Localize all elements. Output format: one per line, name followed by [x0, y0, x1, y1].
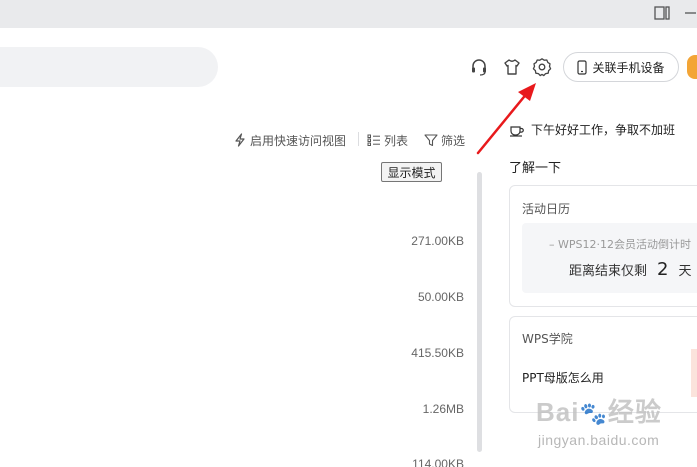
phone-icon — [577, 59, 588, 75]
filter-label: 筛选 — [441, 133, 466, 148]
quick-view-label: 启用快速访问视图 — [250, 133, 347, 148]
skin-icon[interactable] — [501, 56, 523, 78]
academy-card-title: WPS学院 — [522, 332, 573, 346]
activity-card-title: 活动日历 — [522, 202, 571, 216]
greeting-text: 下午好好工作，争取不加班 — [531, 123, 676, 137]
red-arrow-annotation — [476, 83, 536, 155]
countdown-unit: 天 — [678, 264, 692, 279]
academy-item-thumbnail — [691, 349, 697, 397]
file-list-scrollbar[interactable] — [477, 172, 482, 452]
quick-view-toggle[interactable]: 启用快速访问视图 — [233, 131, 346, 149]
file-size: 114.00KB — [412, 457, 464, 467]
list-icon — [367, 134, 380, 146]
activity-event-text: – WPS12·12会员活动倒计时 — [549, 238, 691, 251]
list-label: 列表 — [384, 133, 409, 148]
minimize-icon[interactable] — [684, 6, 696, 24]
file-size: 1.26MB — [422, 402, 464, 416]
file-size: 415.50KB — [411, 346, 464, 360]
avatar[interactable] — [687, 55, 697, 79]
window-layout-icon[interactable] — [654, 6, 670, 24]
learn-more-heading: 了解一下 — [509, 161, 562, 176]
countdown: 距离结束仅剩 2 天 — [569, 259, 691, 280]
headset-icon[interactable] — [468, 56, 490, 78]
lightning-icon — [235, 133, 245, 147]
watermark-url: jingyan.baidu.com — [538, 432, 660, 448]
display-mode-tooltip: 显示模式 — [381, 162, 442, 182]
connect-phone-label: 关联手机设备 — [592, 60, 665, 75]
search-input[interactable] — [0, 47, 218, 87]
countdown-prefix: 距离结束仅剩 — [569, 264, 648, 279]
title-bar — [0, 0, 697, 28]
academy-item-link[interactable]: PPT母版怎么用 — [522, 369, 604, 386]
file-size: 271.00KB — [411, 234, 464, 248]
baidu-watermark: Bai🐾经验 — [536, 397, 662, 427]
list-view-button[interactable]: 列表 — [367, 131, 408, 149]
coffee-cup-icon — [510, 125, 524, 137]
filter-icon — [424, 134, 438, 147]
settings-icon[interactable] — [531, 56, 553, 78]
countdown-value: 2 — [657, 259, 669, 280]
connect-phone-button[interactable]: 关联手机设备 — [563, 52, 679, 82]
greeting: 下午好好工作，争取不加班 — [509, 121, 675, 138]
activity-countdown-box[interactable]: – WPS12·12会员活动倒计时 距离结束仅剩 2 天 — [522, 223, 697, 293]
file-size: 50.00KB — [417, 290, 464, 304]
activity-calendar-card[interactable]: 活动日历 – WPS12·12会员活动倒计时 距离结束仅剩 2 天 — [509, 185, 697, 307]
toolbar-divider — [358, 132, 359, 146]
filter-button[interactable]: 筛选 — [424, 131, 465, 149]
